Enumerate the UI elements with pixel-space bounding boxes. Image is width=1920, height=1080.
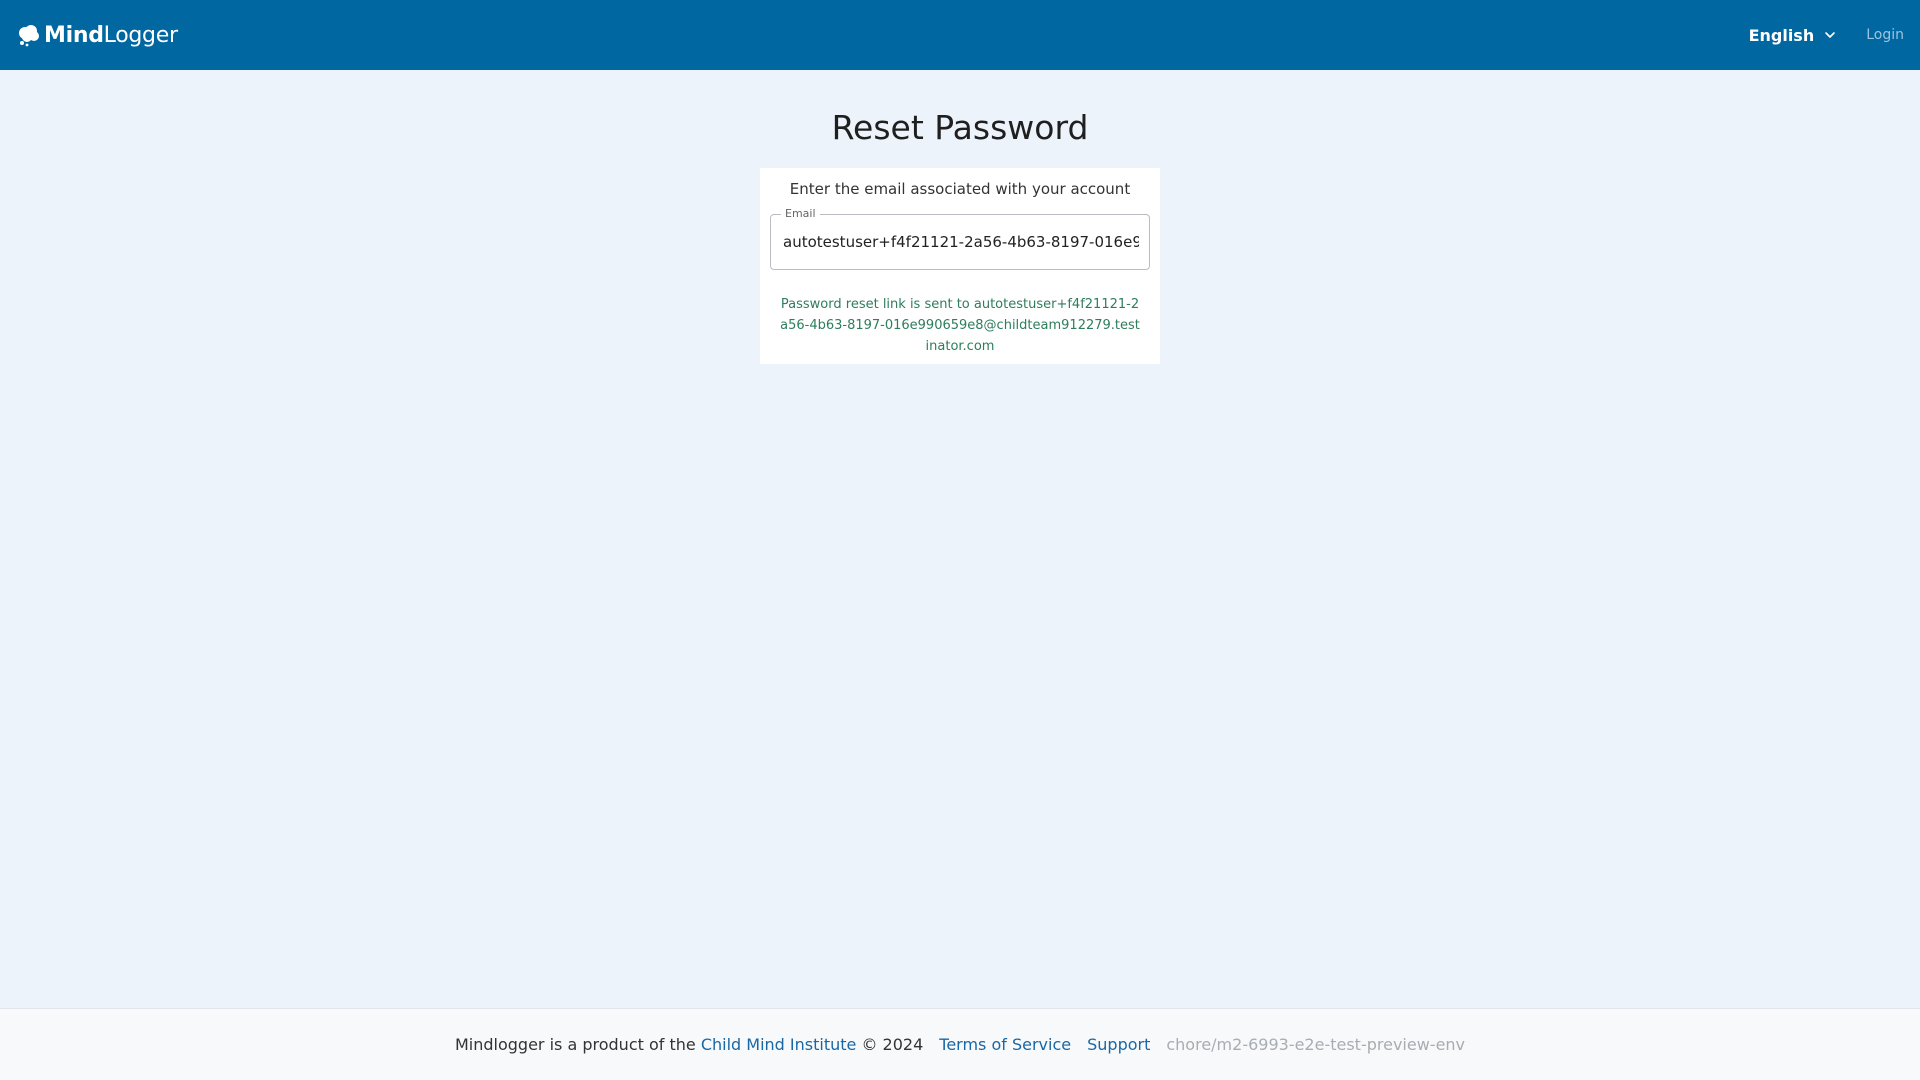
footer-text: Mindlogger is a product of the	[454, 1035, 696, 1054]
copyright-text: © 2024	[861, 1035, 924, 1054]
email-field: Email	[770, 207, 1150, 270]
reset-password-card: Enter the email associated with your acc…	[760, 168, 1160, 364]
success-message: Password reset link is sent to autotestu…	[780, 297, 1140, 354]
page-footer: Mindlogger is a product of the Child Min…	[0, 1008, 1920, 1080]
language-label: English	[1748, 25, 1815, 45]
child-mind-institute-link[interactable]: Child Mind Institute	[701, 1035, 857, 1054]
brand-name-bold: Mind	[44, 22, 104, 48]
brand-name: MindLogger	[44, 23, 178, 48]
mindlogger-logo-link[interactable]: MindLogger	[16, 22, 178, 48]
chevron-down-icon	[1825, 32, 1836, 38]
email-input[interactable]	[783, 215, 1139, 269]
top-app-bar: MindLogger English Login	[0, 0, 1920, 70]
brain-cloud-icon	[19, 25, 39, 47]
brand-name-light: Logger	[103, 22, 178, 48]
support-link[interactable]: Support	[1087, 1035, 1150, 1054]
language-selector[interactable]: English	[1749, 26, 1837, 45]
header-actions: English Login	[1749, 26, 1904, 45]
terms-of-service-link[interactable]: Terms of Service	[939, 1035, 1071, 1054]
page-title: Reset Password	[831, 108, 1089, 147]
login-button[interactable]: Login	[1866, 27, 1904, 43]
environment-label: chore/m2-6993-e2e-test-preview-env	[1166, 1035, 1466, 1054]
card-prompt: Enter the email associated with your acc…	[789, 180, 1131, 198]
